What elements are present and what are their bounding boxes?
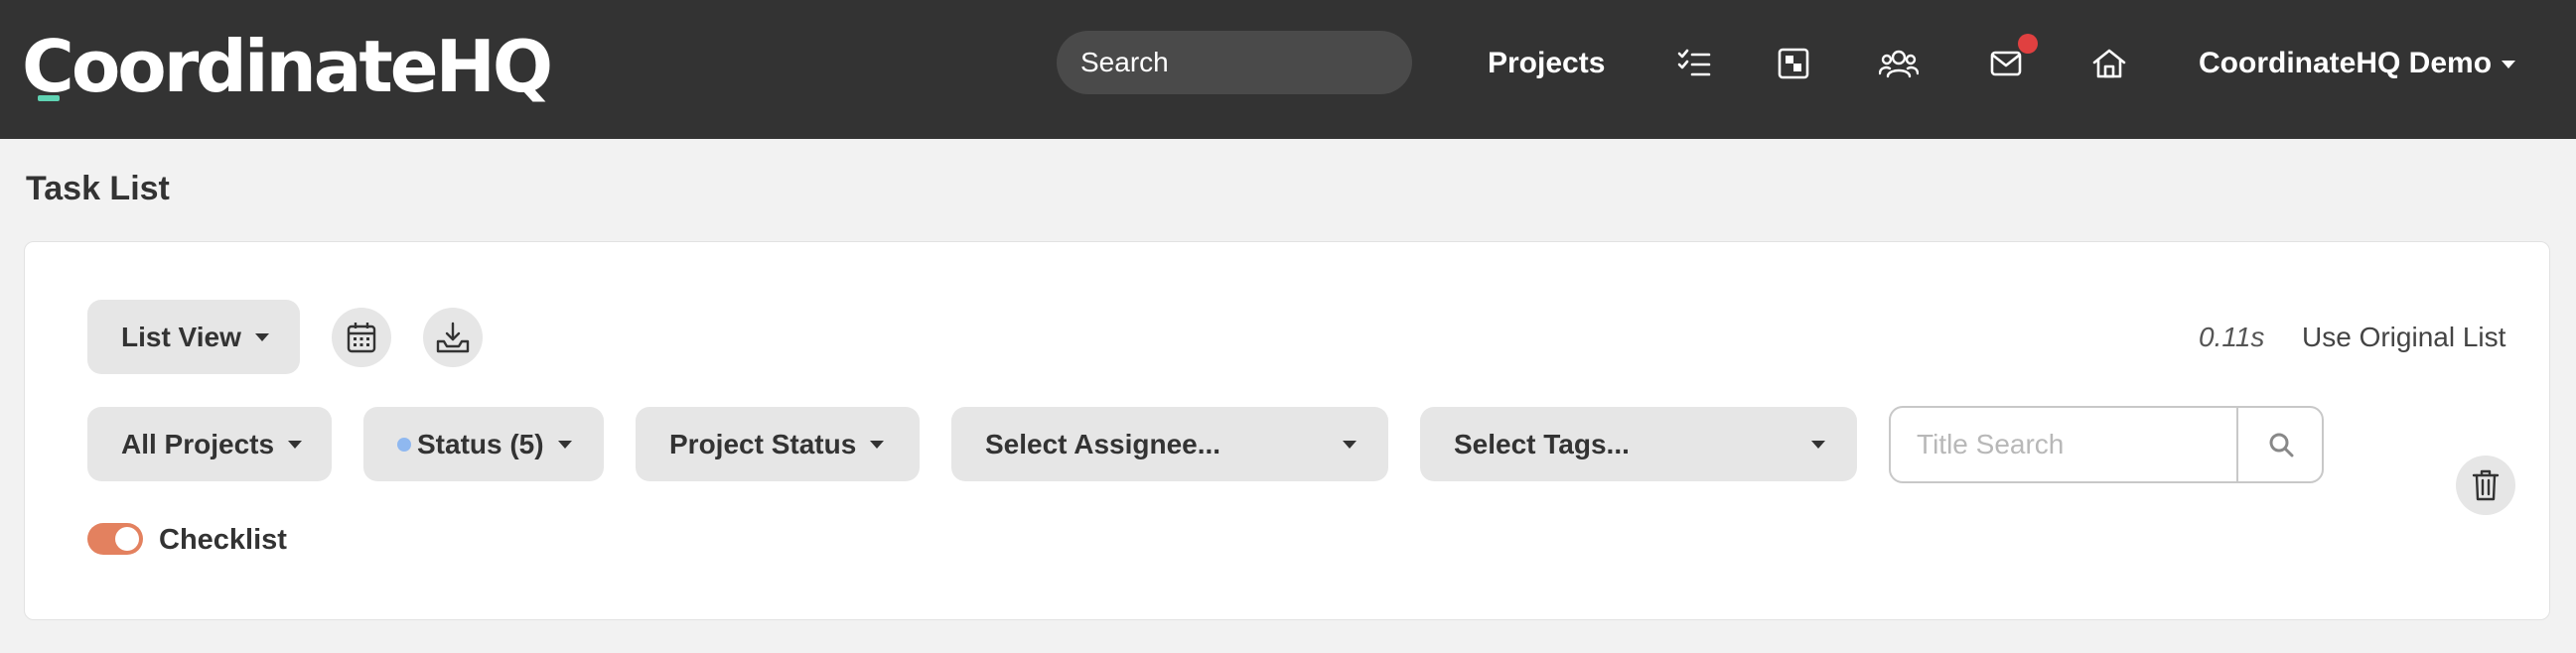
load-time: 0.11s [2199,322,2265,352]
export-button[interactable] [423,308,483,367]
status-indicator [397,437,411,452]
toggle-knob [115,527,139,551]
user-menu-label: CoordinateHQ Demo [2199,47,2493,79]
project-status-filter-label: Project Status [669,428,857,459]
title-search-input[interactable] [1891,408,2238,481]
project-status-filter[interactable]: Project Status [636,407,920,481]
app-logo[interactable]: CoordinateHQ [22,24,553,109]
calendar-button[interactable] [332,308,391,367]
calendar-icon [347,323,376,353]
chevron-down-icon [557,440,572,449]
user-menu-dropdown[interactable]: CoordinateHQ Demo [2199,44,2516,83]
home-icon[interactable] [2089,44,2129,83]
view-select-button[interactable]: List View [87,300,300,374]
chevron-down-icon [1343,440,1357,449]
title-search-group [1889,406,2324,483]
view-select-label: List View [121,321,241,352]
trash-icon [2472,469,2500,501]
use-original-list-link[interactable]: Use Original List [2302,318,2505,357]
chevron-down-icon [254,332,269,341]
title-search-button[interactable] [2236,408,2324,481]
tags-select-label: Select Tags... [1454,428,1630,459]
chevron-down-icon [1811,440,1825,449]
assignee-select[interactable]: Select Assignee... [951,407,1388,481]
team-icon[interactable] [1879,44,1919,83]
nav-projects-link[interactable]: Projects [1488,44,1605,83]
projects-filter[interactable]: All Projects [87,407,332,481]
status-filter-label: Status (5) [417,428,544,459]
logo-accent [38,95,60,101]
tags-select[interactable]: Select Tags... [1420,407,1857,481]
search-icon [2269,433,2294,457]
checklist-toggle[interactable] [87,523,143,555]
board-icon[interactable] [1774,44,1813,83]
tasks-icon[interactable] [1674,44,1714,83]
chevron-down-icon [288,440,303,449]
chevron-down-icon [2502,61,2516,69]
download-icon [436,322,470,353]
checklist-label: Checklist [159,524,287,556]
assignee-select-label: Select Assignee... [985,428,1221,459]
notification-badge [2018,34,2038,54]
chevron-down-icon [870,440,885,449]
top-nav-bar: CoordinateHQ Search Projects CoordinateH… [0,0,2576,139]
page-title: Task List [26,170,170,207]
projects-filter-label: All Projects [121,428,275,459]
clear-filters-button[interactable] [2456,456,2515,515]
status-filter[interactable]: Status (5) [363,407,604,481]
global-search[interactable]: Search [1057,31,1412,94]
